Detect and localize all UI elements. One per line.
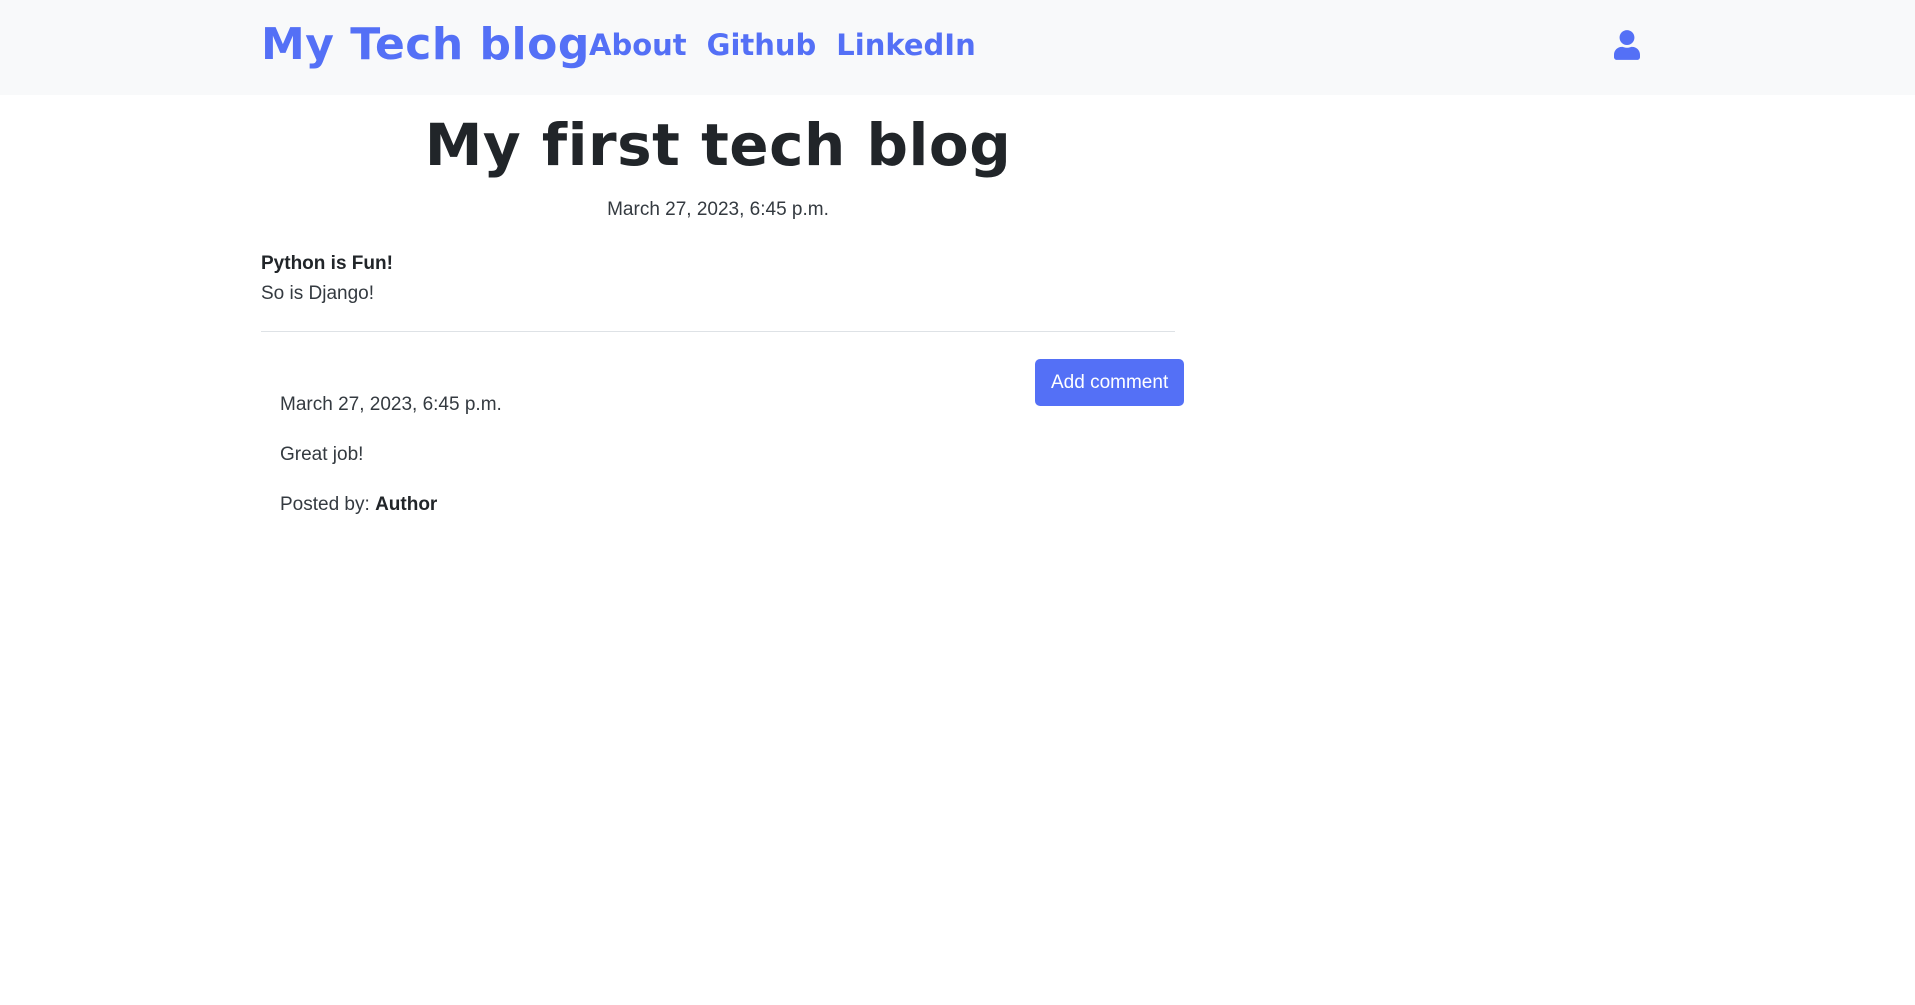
post-title: My first tech blog xyxy=(424,111,1012,179)
post-heading: Python is Fun! xyxy=(261,253,393,274)
nav-links: About Github LinkedIn xyxy=(589,25,976,65)
add-comment-button[interactable]: Add comment xyxy=(1035,359,1185,406)
post-body: Python is Fun! So is Django! xyxy=(261,249,1175,309)
posted-by-label: Posted by: xyxy=(280,494,370,515)
comment-text: Great job! xyxy=(280,444,364,465)
user-icon[interactable] xyxy=(1614,30,1640,60)
divider xyxy=(261,331,1175,332)
comments-section: Add comment March 27, 2023, 6:45 p.m. Gr… xyxy=(261,340,1185,517)
comment-author: Author xyxy=(375,494,438,515)
post-date: March 27, 2023, 6:45 p.m. xyxy=(607,199,829,220)
navbar: My Tech blog About Github LinkedIn xyxy=(0,0,1915,95)
post-text: So is Django! xyxy=(261,283,375,304)
nav-link-github[interactable]: Github xyxy=(707,25,817,65)
nav-link-linkedin[interactable]: LinkedIn xyxy=(836,25,975,65)
comment-meta: Posted by: Author xyxy=(280,493,1175,517)
brand-link[interactable]: My Tech blog xyxy=(261,18,590,72)
nav-link-about[interactable]: About xyxy=(589,25,687,65)
main-content: My first tech blog March 27, 2023, 6:45 … xyxy=(261,95,1185,543)
